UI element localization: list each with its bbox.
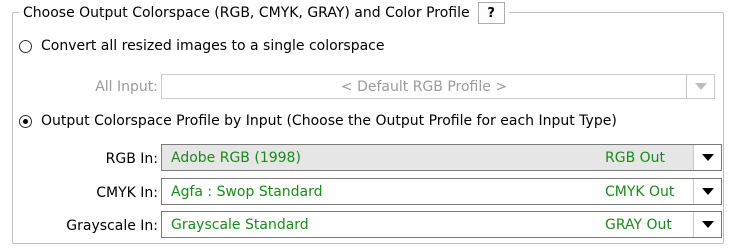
cmyk-in-label: CMYK In: [96,185,158,201]
colorspace-groupbox: Choose Output Colorspace (RGB, CMYK, GRA… [12,2,724,244]
rgb-dropdown-arrow[interactable] [693,145,721,170]
chevron-down-icon [701,221,714,228]
single-colorspace-label: Convert all resized images to a single c… [41,38,385,54]
groupbox-header: Choose Output Colorspace (RGB, CMYK, GRA… [19,2,509,24]
rgb-profile-dropdown[interactable]: Adobe RGB (1998) RGB Out [161,144,722,171]
by-input-option[interactable]: Output Colorspace Profile by Input (Choo… [19,113,617,129]
all-input-dropdown[interactable]: < Default RGB Profile > [161,74,715,99]
rgb-profile-value: Adobe RGB (1998) [171,149,301,166]
cmyk-output-value: CMYK Out [605,183,675,200]
chevron-down-icon [694,83,707,90]
all-input-label: All Input: [95,79,158,95]
chevron-down-icon [701,188,714,195]
cmyk-dropdown-arrow[interactable] [693,179,721,204]
by-input-radio[interactable] [19,114,32,128]
grayscale-in-label: Grayscale In: [66,218,158,234]
grayscale-profile-value: Grayscale Standard [171,216,309,233]
cmyk-profile-value: Agfa : Swop Standard [171,183,323,200]
all-input-dropdown-arrow[interactable] [686,75,714,98]
groupbox-title: Choose Output Colorspace (RGB, CMYK, GRA… [23,5,470,21]
single-colorspace-option[interactable]: Convert all resized images to a single c… [19,38,385,54]
rgb-output-value: RGB Out [605,149,666,166]
help-button[interactable]: ? [477,2,505,24]
grayscale-dropdown-arrow[interactable] [693,212,721,237]
grayscale-output-value: GRAY Out [605,216,672,233]
cmyk-profile-dropdown[interactable]: Agfa : Swop Standard CMYK Out [161,178,722,205]
single-colorspace-radio[interactable] [19,39,32,53]
grayscale-profile-dropdown[interactable]: Grayscale Standard GRAY Out [161,211,722,238]
rgb-in-label: RGB In: [105,151,158,167]
chevron-down-icon [701,154,714,161]
all-input-value: < Default RGB Profile > [340,78,508,95]
by-input-label: Output Colorspace Profile by Input (Choo… [41,113,617,129]
